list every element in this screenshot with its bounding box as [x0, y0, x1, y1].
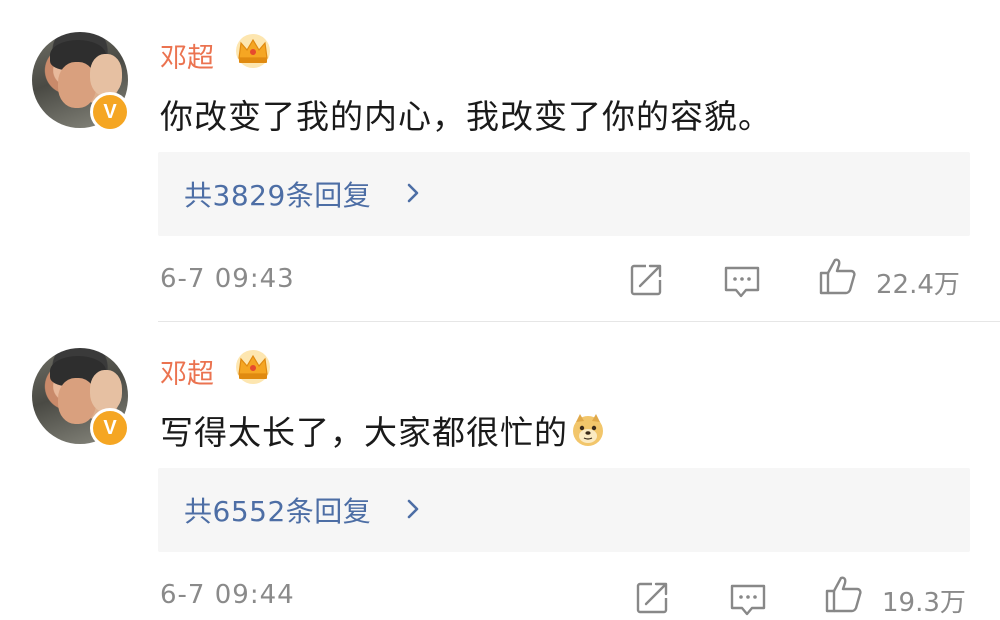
share-icon[interactable]: [626, 260, 666, 300]
thumbs-up-icon[interactable]: [824, 574, 864, 614]
reply-count-label: 共6552条回复: [184, 495, 372, 528]
share-icon[interactable]: [632, 578, 672, 618]
like-count: 19.3万: [882, 588, 966, 618]
like-count: 22.4万: [876, 270, 960, 300]
comment-icon[interactable]: [728, 580, 768, 620]
comment-text-body: 写得太长了，大家都很忙的: [160, 413, 568, 452]
comment-icon[interactable]: [722, 262, 762, 302]
chevron-right-icon: [407, 499, 419, 519]
verified-badge: V: [90, 92, 130, 132]
crown-icon: [236, 350, 270, 384]
doge-emoji-icon: [573, 414, 603, 446]
crown-icon: [236, 34, 270, 68]
comment-text: 你改变了我的内心，我改变了你的容貌。: [160, 97, 772, 136]
username[interactable]: 邓超: [160, 352, 214, 391]
comment-text: 写得太长了，大家都很忙的: [160, 406, 606, 454]
timestamp: 6-7 09:43: [160, 264, 295, 294]
chevron-right-icon: [407, 183, 419, 203]
avatar-face-secondary: [90, 54, 122, 96]
avatar-face-secondary: [90, 370, 122, 412]
username[interactable]: 邓超: [160, 36, 214, 75]
thumbs-up-icon[interactable]: [818, 256, 858, 296]
reply-count-label: 共3829条回复: [184, 179, 372, 212]
comment-item: V 邓超 你改变了我的内心，我改变了你的容貌。 共3829条回复 6-7 09:…: [0, 0, 1000, 322]
timestamp: 6-7 09:44: [160, 580, 295, 610]
reply-thread-link[interactable]: 共6552条回复: [158, 468, 970, 552]
verified-badge: V: [90, 408, 130, 448]
reply-thread-link[interactable]: 共3829条回复: [158, 152, 970, 236]
comment-item: V 邓超 写得太长了，大家都很忙的 共6552条回复 6-7 09:44 19.…: [0, 322, 1000, 620]
